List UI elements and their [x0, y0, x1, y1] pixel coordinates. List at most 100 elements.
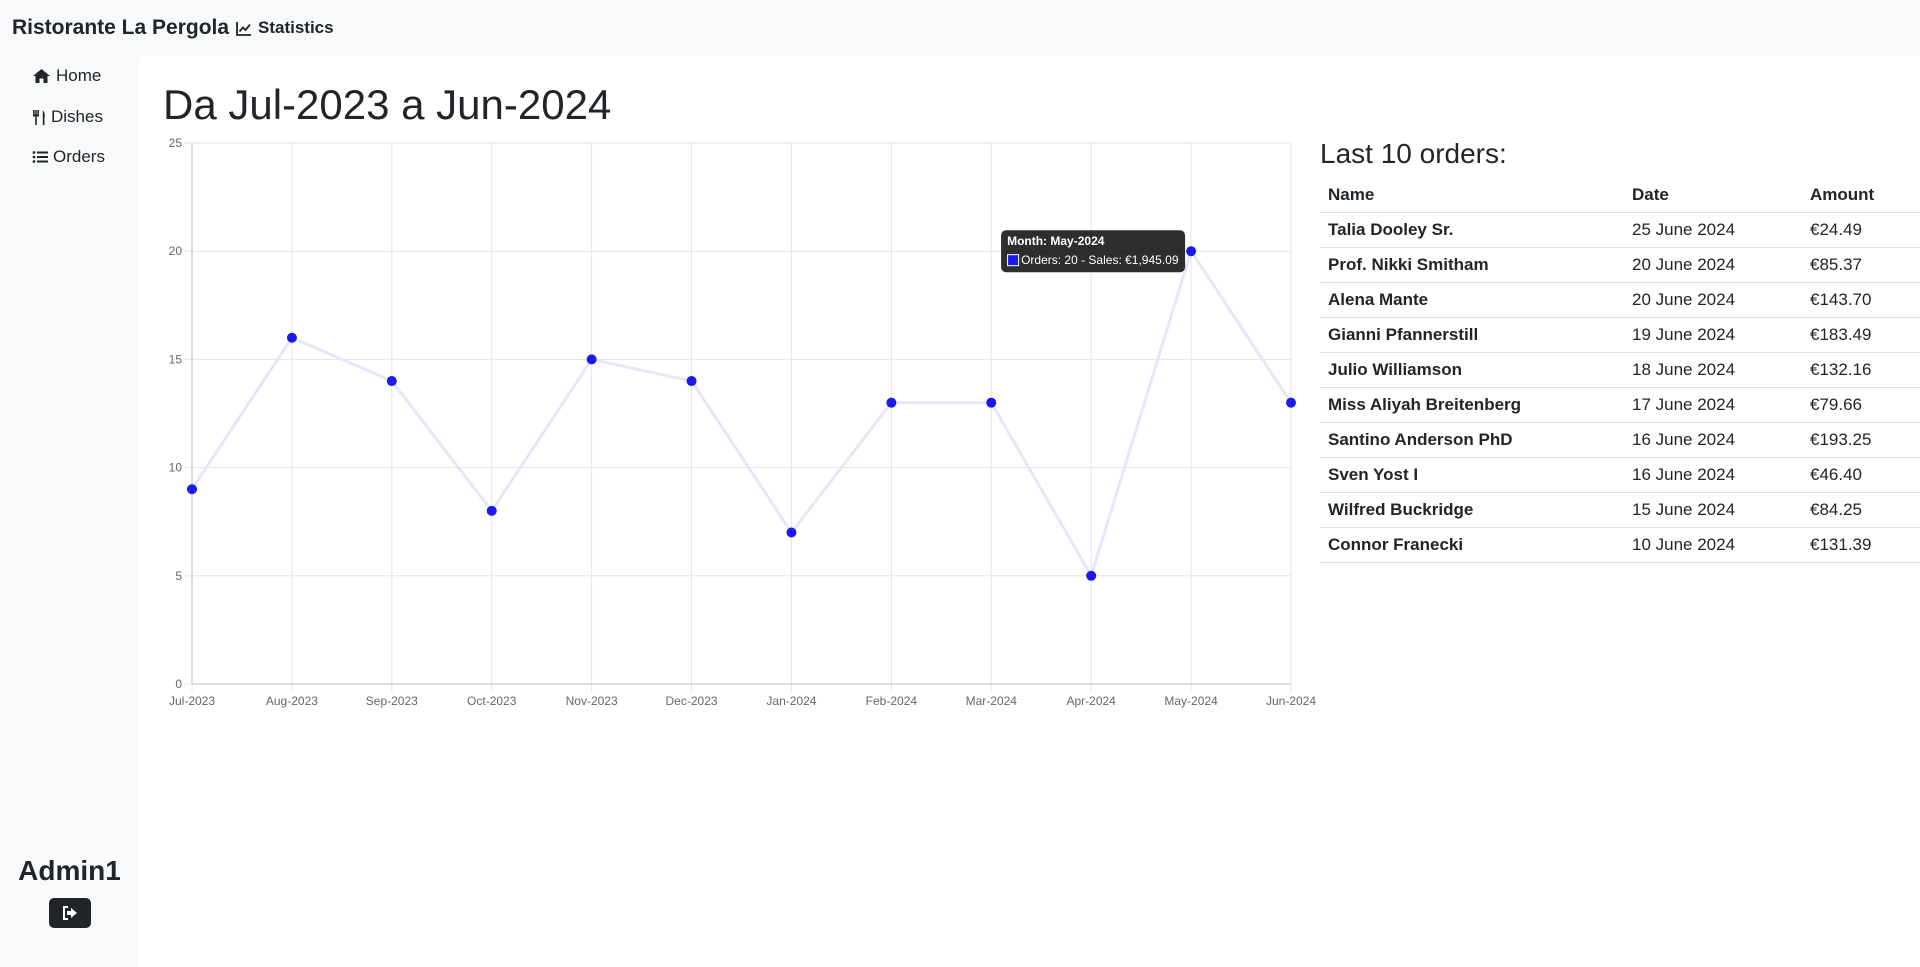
top-navbar: Ristorante La Pergola Statistics: [0, 0, 1920, 56]
y-tick-label: 15: [169, 352, 183, 366]
table-row: Wilfred Buckridge 15 June 2024 €84.25: [1320, 492, 1920, 528]
order-amount: €131.39: [1802, 527, 1920, 563]
order-date: 19 June 2024: [1624, 317, 1802, 353]
x-tick-label: Mar-2024: [966, 694, 1018, 708]
sidebar: Home Dishes Orders: [0, 56, 139, 967]
sidebar-item-label: Home: [56, 66, 102, 85]
sidebar-item-home[interactable]: Home: [32, 66, 101, 86]
x-tick-label: Apr-2024: [1066, 694, 1116, 708]
y-tick-label: 5: [175, 569, 182, 583]
x-tick-label: Sep-2023: [366, 694, 418, 708]
tooltip-title: Month: May-2024: [1007, 234, 1105, 248]
order-name: Talia Dooley Sr.: [1320, 212, 1624, 248]
series-line: [190, 247, 1293, 580]
order-date: 17 June 2024: [1624, 387, 1802, 423]
chart-line-icon: [236, 21, 251, 36]
sidebar-item-orders[interactable]: Orders: [32, 147, 105, 167]
column-header-amount: Amount: [1802, 178, 1920, 213]
table-row: Miss Aliyah Breitenberg 17 June 2024 €79…: [1320, 387, 1920, 423]
order-amount: €132.16: [1802, 352, 1920, 388]
data-point: [286, 332, 297, 343]
x-tick-label: Nov-2023: [566, 694, 618, 708]
tooltip-body: Orders: 20 - Sales: €1,945.09: [1021, 253, 1179, 267]
nav-statistics-link[interactable]: Statistics: [236, 18, 334, 38]
order-name: Wilfred Buckridge: [1320, 492, 1624, 528]
data-point: [686, 376, 697, 387]
table-row: Alena Mante 20 June 2024 €143.70: [1320, 282, 1920, 318]
utensils-icon: [33, 109, 45, 125]
data-point: [486, 505, 497, 516]
data-point: [1186, 246, 1197, 257]
order-date: 16 June 2024: [1624, 422, 1802, 458]
current-user-name: Admin1: [18, 855, 121, 886]
nav-statistics-label: Statistics: [258, 18, 334, 37]
y-tick-label: 0: [175, 677, 182, 691]
logout-icon: [63, 906, 77, 920]
sidebar-item-dishes[interactable]: Dishes: [32, 107, 103, 127]
y-tick-label: 25: [169, 136, 183, 150]
order-name: Miss Aliyah Breitenberg: [1320, 387, 1624, 423]
home-icon: [33, 69, 50, 83]
data-point: [386, 376, 397, 387]
order-amount: €24.49: [1802, 212, 1920, 248]
order-amount: €46.40: [1802, 457, 1920, 493]
data-point: [886, 397, 897, 408]
list-icon: [32, 151, 48, 163]
sidebar-item-label: Orders: [53, 147, 105, 166]
table-row: Talia Dooley Sr. 25 June 2024 €24.49: [1320, 212, 1920, 248]
order-name: Gianni Pfannerstill: [1320, 317, 1624, 353]
data-point: [986, 397, 997, 408]
data-point: [1086, 570, 1097, 581]
data-point: [786, 527, 797, 538]
data-point: [187, 484, 197, 495]
order-name: Connor Franecki: [1320, 527, 1624, 563]
order-name: Prof. Nikki Smitham: [1320, 247, 1624, 283]
order-name: Sven Yost I: [1320, 457, 1624, 493]
table-row: Gianni Pfannerstill 19 June 2024 €183.49: [1320, 317, 1920, 353]
x-tick-label: Jul-2023: [169, 694, 215, 708]
data-point: [586, 354, 597, 365]
orders-line-chart: 0 5 10 15 20 25 Jul-2023 Aug-2023 Sep-2023 Oct-20…: [169, 136, 1317, 708]
order-date: 15 June 2024: [1624, 492, 1802, 528]
page-title: Da Jul-2023 a Jun-2024: [163, 81, 612, 128]
sidebar-item-label: Dishes: [51, 107, 103, 126]
order-date: 18 June 2024: [1624, 352, 1802, 388]
order-amount: €193.25: [1802, 422, 1920, 458]
order-name: Alena Mante: [1320, 282, 1624, 318]
x-tick-label: Jan-2024: [766, 694, 816, 708]
last-orders-title: Last 10 orders:: [1320, 138, 1507, 169]
logout-button[interactable]: [49, 898, 91, 928]
order-date: 20 June 2024: [1624, 247, 1802, 283]
table-row: Julio Williamson 18 June 2024 €132.16: [1320, 352, 1920, 388]
tooltip-color-swatch: [1007, 254, 1020, 267]
order-date: 20 June 2024: [1624, 282, 1802, 318]
data-point: [1286, 397, 1296, 408]
column-header-date: Date: [1624, 178, 1802, 213]
column-header-name: Name: [1320, 178, 1624, 213]
x-tick-label: Feb-2024: [866, 694, 918, 708]
orders-table: Name Date Amount Talia Dooley Sr. 25 Jun…: [1320, 178, 1920, 563]
table-header-row: Name Date Amount: [1320, 178, 1920, 213]
order-name: Julio Williamson: [1320, 352, 1624, 388]
order-amount: €183.49: [1802, 317, 1920, 353]
brand-link[interactable]: Ristorante La Pergola: [12, 16, 229, 40]
order-name: Santino Anderson PhD: [1320, 422, 1624, 458]
order-amount: €143.70: [1802, 282, 1920, 318]
x-tick-label: Jun-2024: [1266, 694, 1316, 708]
y-tick-label: 20: [169, 244, 183, 258]
table-row: Prof. Nikki Smitham 20 June 2024 €85.37: [1320, 247, 1920, 283]
order-amount: €84.25: [1802, 492, 1920, 528]
x-tick-label: Dec-2023: [666, 694, 718, 708]
x-tick-label: Oct-2023: [467, 694, 517, 708]
table-row: Sven Yost I 16 June 2024 €46.40: [1320, 457, 1920, 493]
y-tick-label: 10: [169, 461, 183, 475]
order-date: 25 June 2024: [1624, 212, 1802, 248]
order-date: 16 June 2024: [1624, 457, 1802, 493]
x-tick-label: Aug-2023: [266, 694, 318, 708]
x-tick-label: May-2024: [1164, 694, 1218, 708]
table-row: Connor Franecki 10 June 2024 €131.39: [1320, 527, 1920, 563]
order-date: 10 June 2024: [1624, 527, 1802, 563]
order-amount: €79.66: [1802, 387, 1920, 423]
table-row: Santino Anderson PhD 16 June 2024 €193.2…: [1320, 422, 1920, 458]
order-amount: €85.37: [1802, 247, 1920, 283]
